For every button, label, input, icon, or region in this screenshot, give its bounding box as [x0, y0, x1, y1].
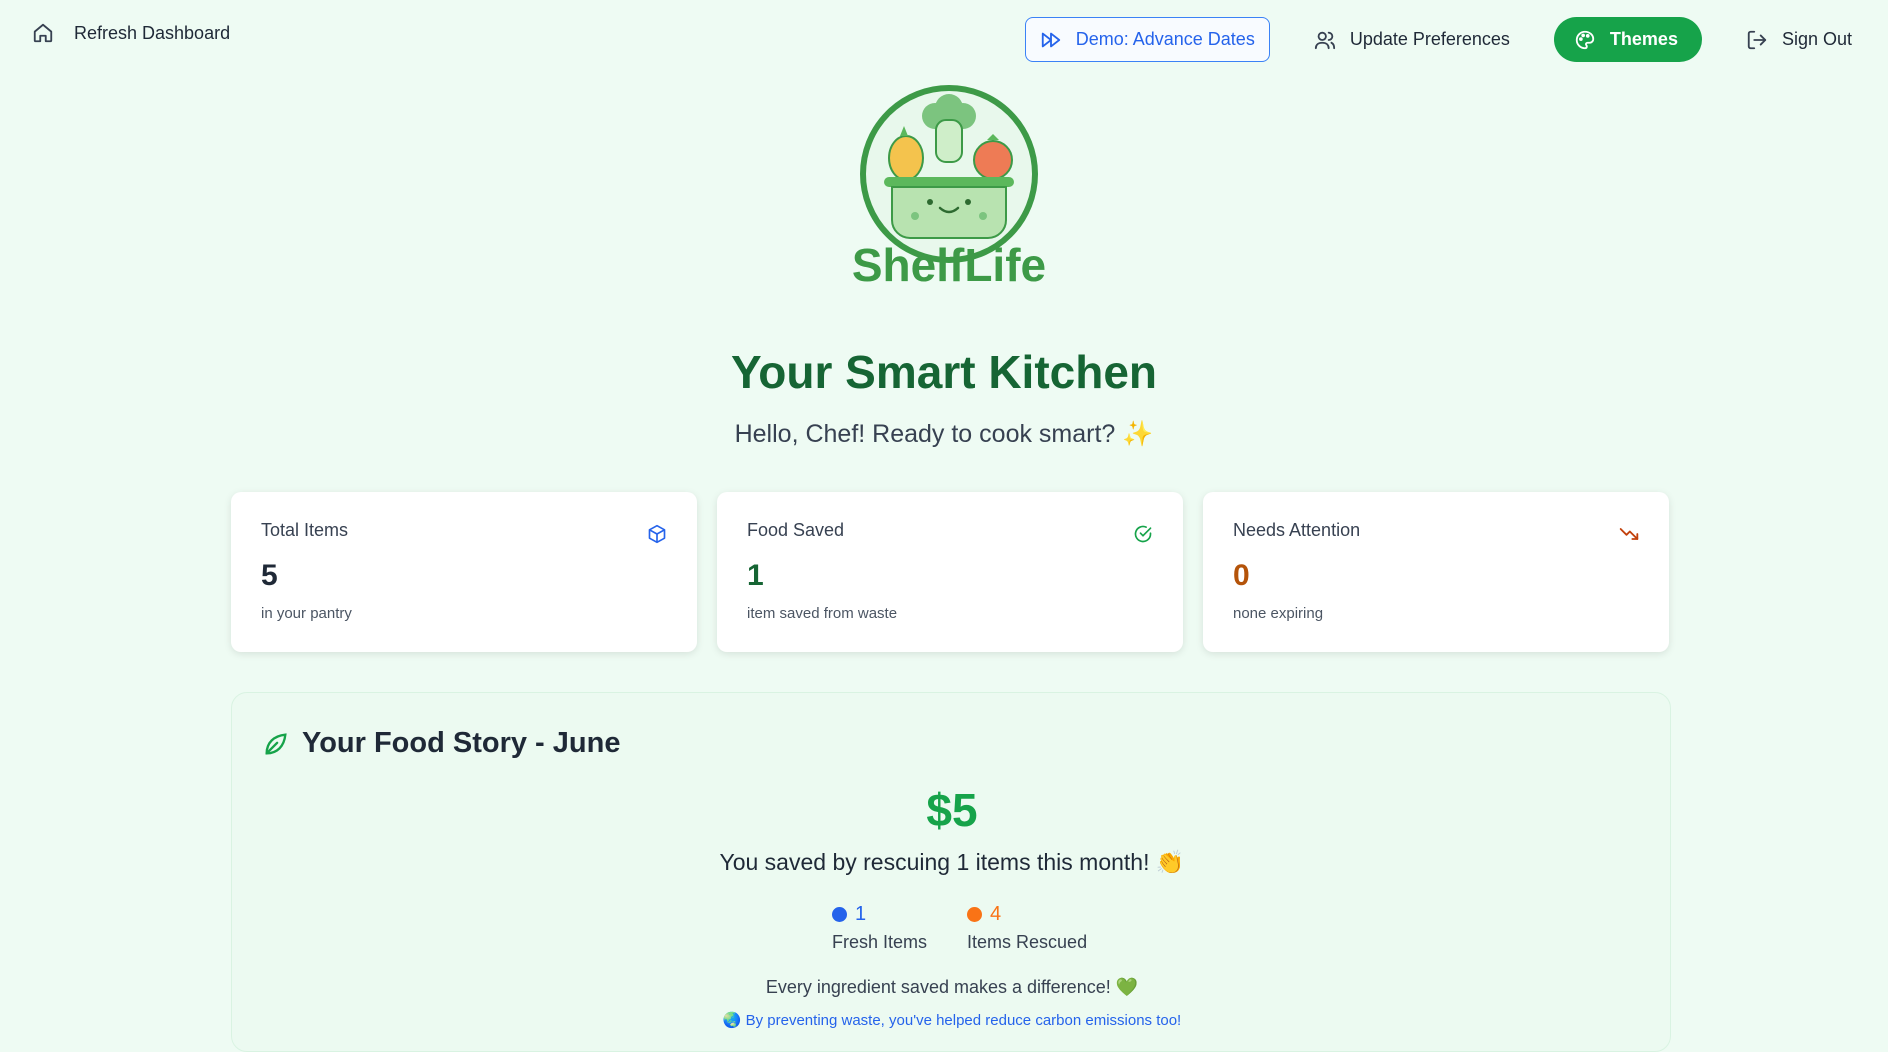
card-label: Food Saved — [747, 520, 845, 540]
leaf-icon — [265, 732, 287, 755]
card-subtext: in your pantry — [261, 605, 352, 622]
carbon-message: 🌏 By preventing waste, you've helped red… — [722, 1012, 1182, 1029]
page-subtitle: Hello, Chef! Ready to cook smart? ✨ — [734, 420, 1154, 448]
top-navigation: Refresh Dashboard Demo: Advance Dates Up… — [0, 0, 1888, 80]
fresh-items-label: Fresh Items — [832, 932, 928, 952]
fresh-items-dot — [832, 907, 847, 922]
card-value: 1 — [747, 559, 764, 592]
users-icon — [1314, 31, 1335, 49]
page-title: Your Smart Kitchen — [731, 346, 1157, 398]
refresh-dashboard-label: Refresh Dashboard — [74, 22, 231, 43]
food-story-heading: Your Food Story - June — [262, 727, 620, 760]
shelflife-logo: ShelfLife — [842, 80, 1056, 292]
refresh-dashboard-button[interactable]: Refresh Dashboard — [32, 22, 230, 44]
food-story-panel: Your Food Story - June $5 You saved by r… — [231, 692, 1671, 1052]
update-preferences-button[interactable]: Update Preferences — [1300, 17, 1524, 62]
check-circle-icon — [1134, 525, 1152, 543]
home-icon — [33, 23, 53, 43]
themes-button[interactable]: Themes — [1553, 17, 1702, 62]
card-value: 5 — [261, 559, 278, 592]
card-subtext: item saved from waste — [747, 605, 898, 622]
card-label: Needs Attention — [1233, 520, 1361, 540]
update-preferences-label: Update Preferences — [1349, 29, 1510, 49]
summary-cards: Total Items 5 in your pantry Food Saved … — [231, 492, 1669, 652]
brand-name: ShelfLife — [851, 239, 1047, 291]
items-rescued-stat: 4 Items Rescued — [967, 903, 1087, 953]
trending-down-icon — [1619, 528, 1639, 540]
themes-label: Themes — [1609, 29, 1678, 49]
demo-advance-dates-label: Demo: Advance Dates — [1075, 29, 1255, 49]
fast-forward-icon — [1041, 32, 1060, 47]
food-story-title: Your Food Story - June — [302, 727, 621, 759]
items-rescued-label: Items Rescued — [967, 932, 1088, 952]
log-out-icon — [1747, 30, 1767, 49]
sign-out-label: Sign Out — [1781, 29, 1852, 49]
demo-advance-dates-button[interactable]: Demo: Advance Dates — [1024, 17, 1270, 62]
fresh-items-value: 1 — [855, 903, 867, 925]
items-rescued-dot — [967, 907, 983, 922]
fresh-items-stat: 1 Fresh Items — [832, 903, 927, 953]
needs-attention-card: Needs Attention 0 none expiring — [1203, 492, 1669, 652]
story-stats: 1 Fresh Items 4 Items Rescued — [832, 903, 1087, 953]
items-rescued-value: 4 — [990, 903, 1002, 925]
saved-description: You saved by rescuing 1 items this month… — [719, 849, 1185, 875]
sign-out-button[interactable]: Sign Out — [1732, 17, 1866, 62]
package-icon — [648, 524, 666, 544]
card-value: 0 — [1233, 559, 1250, 592]
card-label: Total Items — [261, 520, 349, 540]
palette-icon — [1575, 30, 1595, 49]
card-subtext: none expiring — [1233, 605, 1324, 622]
saved-amount: $5 — [926, 784, 978, 836]
difference-message: Every ingredient saved makes a differenc… — [765, 977, 1139, 997]
total-items-card: Total Items 5 in your pantry — [231, 492, 697, 652]
food-saved-card: Food Saved 1 item saved from waste — [717, 492, 1183, 652]
